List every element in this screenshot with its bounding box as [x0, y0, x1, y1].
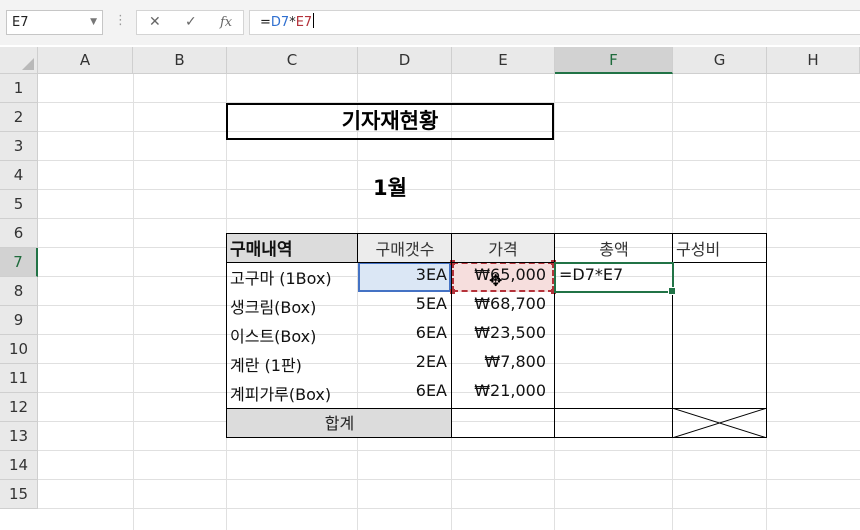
row-header-6[interactable]: 6 [0, 219, 38, 248]
month-label[interactable]: 1월 [340, 172, 440, 202]
gridline [133, 74, 134, 530]
diagonal-border-g12 [672, 408, 767, 438]
column-header-f[interactable]: F [555, 47, 673, 74]
enter-button[interactable]: ✓ [185, 14, 197, 30]
insert-function-button[interactable]: fx [220, 15, 232, 30]
fill-handle[interactable] [668, 287, 676, 295]
row-header-5[interactable]: 5 [0, 190, 38, 219]
gridline [38, 305, 860, 306]
item-price[interactable]: ₩21,000 [452, 381, 546, 400]
gridline [38, 160, 860, 161]
row-header-8[interactable]: 8 [0, 277, 38, 306]
row-header-12[interactable]: 12 [0, 393, 38, 422]
column-header-c[interactable]: C [227, 47, 358, 74]
item-price[interactable]: ₩68,700 [452, 294, 546, 313]
header-item[interactable]: 구매내역 [230, 235, 293, 260]
formula-bar-area: E7 ▼ ⋮ ✕ ✓ fx =D7*E7 [0, 0, 860, 45]
cancel-button[interactable]: ✕ [149, 14, 161, 30]
item-price[interactable]: ₩7,800 [452, 352, 546, 371]
item-qty[interactable]: 2EA [358, 352, 447, 371]
sum-label[interactable]: 합계 [227, 410, 452, 434]
header-price[interactable]: 가격 [452, 236, 554, 260]
item-qty[interactable]: 3EA [358, 265, 447, 284]
gridline [38, 218, 860, 219]
item-name[interactable]: 생크림(Box) [230, 294, 316, 318]
active-cell-f7[interactable] [554, 262, 676, 295]
formula-buttons: ✕ ✓ fx [136, 10, 244, 35]
column-header-e[interactable]: E [452, 47, 555, 74]
row-header-7[interactable]: 7 [0, 248, 38, 277]
gridline [38, 508, 860, 509]
formula-ref-d7: D7 [270, 15, 290, 30]
spreadsheet-grid[interactable]: A B C D E F G H 1 2 3 4 5 6 7 8 9 10 11 … [0, 47, 860, 530]
item-name[interactable]: 이스트(Box) [230, 323, 316, 347]
row-header-14[interactable]: 14 [0, 451, 38, 480]
gridline [38, 450, 860, 451]
column-header-d[interactable]: D [358, 47, 452, 74]
row-header-2[interactable]: 2 [0, 103, 38, 132]
name-box-value: E7 [12, 15, 29, 30]
row-header-15[interactable]: 15 [0, 480, 38, 509]
formula-equals: = [260, 15, 271, 30]
item-name[interactable]: 고구마 (1Box) [230, 265, 332, 289]
item-name[interactable]: 계란 (1판) [230, 352, 302, 376]
item-qty[interactable]: 6EA [358, 381, 447, 400]
name-box[interactable]: E7 ▼ [6, 10, 103, 35]
item-qty[interactable]: 5EA [358, 294, 447, 313]
row-header-4[interactable]: 4 [0, 161, 38, 190]
name-box-dropdown-icon[interactable]: ▼ [90, 11, 97, 34]
item-name[interactable]: 계피가루(Box) [230, 381, 331, 405]
column-header-g[interactable]: G [673, 47, 767, 74]
row-header-11[interactable]: 11 [0, 364, 38, 393]
table-border [226, 233, 227, 438]
row-header-3[interactable]: 3 [0, 132, 38, 161]
table-border [226, 233, 767, 234]
column-header-b[interactable]: B [133, 47, 227, 74]
formula-input[interactable]: =D7*E7 [249, 10, 860, 35]
gridline [38, 334, 860, 335]
more-options-icon[interactable]: ⋮ [114, 13, 127, 28]
column-header-a[interactable]: A [38, 47, 133, 74]
move-cursor-icon: ✥ [489, 271, 503, 290]
gridline [38, 363, 860, 364]
gridline [38, 479, 860, 480]
column-header-h[interactable]: H [767, 47, 860, 74]
select-all-button[interactable] [0, 47, 38, 74]
row-header-9[interactable]: 9 [0, 306, 38, 335]
sheet-title[interactable]: 기자재현황 [226, 103, 554, 140]
gridline [38, 189, 860, 190]
item-price[interactable]: ₩23,500 [452, 323, 546, 342]
gridline [38, 392, 860, 393]
header-ratio[interactable]: 구성비 [676, 236, 720, 260]
text-caret [313, 13, 315, 28]
formula-ref-e7: E7 [295, 15, 313, 30]
row-header-1[interactable]: 1 [0, 74, 38, 103]
row-header-10[interactable]: 10 [0, 335, 38, 364]
header-total[interactable]: 총액 [555, 236, 673, 260]
header-qty[interactable]: 구매갯수 [358, 236, 452, 260]
row-header-13[interactable]: 13 [0, 422, 38, 451]
item-qty[interactable]: 6EA [358, 323, 447, 342]
table-border [226, 262, 767, 263]
